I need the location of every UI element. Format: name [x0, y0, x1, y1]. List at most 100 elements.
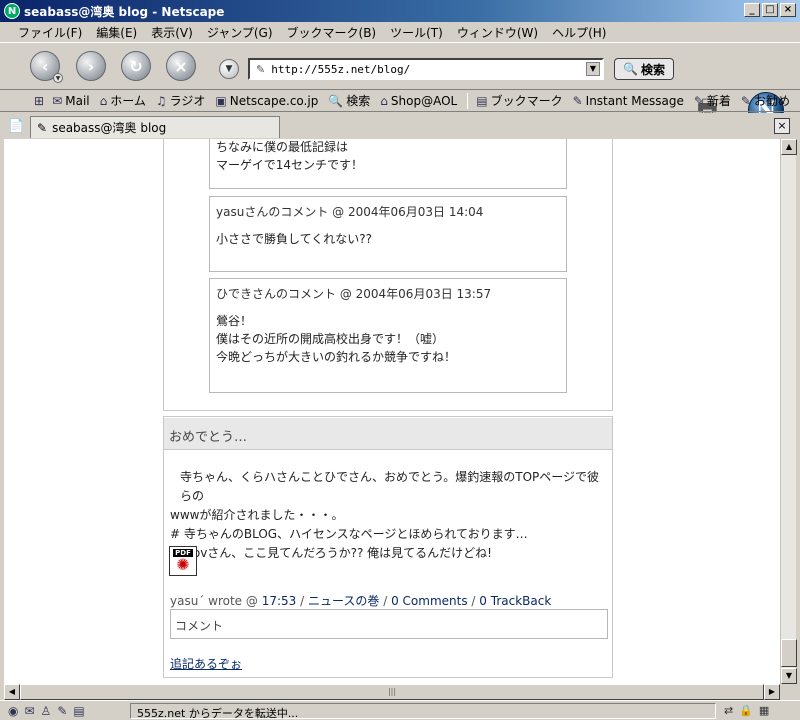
- pb-netscape-label: Netscape.co.jp: [229, 93, 319, 108]
- menu-window[interactable]: ウィンドウ(W): [457, 24, 538, 41]
- addendum-link[interactable]: 追記あるぞぉ: [170, 655, 242, 672]
- search-button-label: 検索: [640, 62, 665, 77]
- status-text: 555z.net からデータを転送中...: [130, 702, 716, 720]
- reload-icon: ↻: [129, 56, 143, 76]
- entry-trackback-link[interactable]: 0 TrackBack: [479, 594, 551, 608]
- scroll-down-button[interactable]: ▼: [781, 668, 797, 684]
- pb-new-label: 新着: [706, 94, 731, 108]
- forward-button[interactable]: ›: [76, 51, 106, 81]
- pb-new[interactable]: ✎ 新着: [694, 92, 731, 109]
- pb-bookmarks[interactable]: ▤ ブックマーク: [476, 92, 562, 109]
- tab-bar: 📄 ✎ seabass@湾奥 blog ×: [0, 113, 800, 139]
- navigator-icon[interactable]: ◉: [8, 704, 18, 718]
- close-button[interactable]: ×: [780, 3, 796, 17]
- pb-shop[interactable]: ⌂ Shop@AOL: [380, 94, 457, 108]
- title-bar: N seabass@湾奥 blog - Netscape _ □ ×: [0, 0, 800, 22]
- horizontal-scroll-thumb[interactable]: |||: [20, 684, 764, 700]
- comment-body-line: 小ささで勝負してくれない??: [216, 232, 373, 246]
- page-proxy-icon[interactable]: ✎: [256, 63, 265, 76]
- address-book-icon[interactable]: ▤: [73, 704, 84, 718]
- pb-mail[interactable]: ✉ Mail: [52, 94, 89, 108]
- horizontal-scrollbar[interactable]: ◀ ||| ▶: [4, 684, 780, 700]
- comment-body-line: マーゲイで14センチです！: [216, 158, 364, 172]
- entry-body-line: wwwが紹介されました・・・。: [170, 508, 344, 522]
- tab-active[interactable]: ✎ seabass@湾奥 blog: [30, 116, 280, 138]
- comment-meta: ひできさんのコメント @ 2004年06月03日 13:57: [216, 287, 492, 301]
- menu-go[interactable]: ジャンプ(G): [207, 24, 273, 41]
- pb-mail-label: Mail: [65, 93, 90, 108]
- pb-im[interactable]: ✎ Instant Message: [573, 94, 684, 108]
- pb-im-label: Instant Message: [585, 93, 684, 108]
- pb-recommend-label: お勧め: [753, 94, 790, 108]
- vertical-scrollbar[interactable]: ▲ ▼: [780, 139, 797, 684]
- pb-search-label: 検索: [346, 94, 371, 108]
- url-input[interactable]: http://555z.net/blog/: [271, 63, 410, 76]
- entry-category-link[interactable]: ニュースの巻: [308, 594, 379, 608]
- online-icon[interactable]: ⇄: [724, 704, 733, 717]
- back-button[interactable]: ‹ ▼: [30, 51, 63, 83]
- minimize-button[interactable]: _: [744, 3, 760, 17]
- pb-recommend[interactable]: ✎ お勧め: [741, 92, 790, 109]
- footer-separator: /: [471, 594, 476, 608]
- popup-icon[interactable]: ▦: [759, 704, 769, 717]
- menu-tools[interactable]: ツール(T): [390, 24, 443, 41]
- reload-button[interactable]: ↻: [121, 51, 151, 81]
- entry-body: 寺ちゃん、くらハさんことひでさん、おめでとう。爆釣速報のTOPページで彼らの w…: [170, 468, 610, 563]
- pb-shop-label: Shop@AOL: [390, 93, 458, 108]
- new-tab-icon[interactable]: 📄: [8, 119, 24, 135]
- mail-icon[interactable]: ✉: [24, 704, 34, 718]
- pb-radio[interactable]: ♫ ラジオ: [156, 92, 206, 109]
- pb-home[interactable]: ⌂ ホーム: [100, 92, 146, 109]
- im-icon: ✎: [572, 93, 583, 108]
- comment-toggle[interactable]: コメント: [170, 609, 608, 639]
- search-icon: 🔍: [328, 93, 344, 108]
- entry-comments-link[interactable]: 0 Comments: [391, 594, 468, 608]
- entry-body-line: # 寺ちゃんのBLOG、ハイセンスなページとほめられております…: [170, 527, 528, 541]
- entry-body-line: 寺ちゃん、くらハさんことひでさん、おめでとう。爆釣速報のTOPページで彼らの: [180, 470, 600, 503]
- comment-meta: yasuさんのコメント @ 2004年06月03日 14:04: [216, 205, 484, 219]
- scroll-right-button[interactable]: ▶: [764, 684, 780, 700]
- toolbar-grip[interactable]: ⊞: [34, 94, 44, 108]
- back-arrow-icon: ‹: [41, 56, 49, 76]
- menu-view[interactable]: 表示(V): [151, 24, 193, 41]
- radio-icon: ♫: [155, 93, 167, 108]
- comment-item: yasuさんのコメント @ 2004年06月03日 14:04 小ささで勝負して…: [209, 196, 567, 272]
- comment-body-line: 今晩どっちが大きいの釣れるか競争ですね！: [216, 350, 457, 364]
- comment-body-line: 鶯谷！: [216, 314, 253, 328]
- search-button[interactable]: 🔍 検索: [614, 58, 674, 80]
- back-history-dropdown[interactable]: ▼: [53, 73, 63, 83]
- scroll-up-button[interactable]: ▲: [781, 139, 797, 155]
- pdf-icon[interactable]: PDF ✺: [169, 546, 197, 576]
- recommend-icon: ✎: [740, 93, 751, 108]
- footer-separator: /: [300, 594, 305, 608]
- mail-icon: ✉: [52, 93, 63, 108]
- tab-label: seabass@湾奥 blog: [52, 121, 167, 135]
- netscape-icon: ▣: [215, 93, 227, 108]
- menu-edit[interactable]: 編集(E): [96, 24, 137, 41]
- menu-help[interactable]: ヘルプ(H): [552, 24, 606, 41]
- tab-page-icon: ✎: [37, 120, 48, 135]
- url-history-dropdown[interactable]: ▼: [219, 59, 239, 79]
- stop-button[interactable]: ×: [166, 51, 196, 81]
- maximize-button[interactable]: □: [762, 3, 778, 17]
- entry-permalink[interactable]: 17:53: [262, 594, 297, 608]
- menu-file[interactable]: ファイル(F): [18, 24, 82, 41]
- security-lock-icon[interactable]: 🔒: [739, 704, 753, 717]
- scroll-left-button[interactable]: ◀: [4, 684, 20, 700]
- url-dropdown-arrow[interactable]: ▼: [586, 62, 600, 76]
- pb-netscape[interactable]: ▣ Netscape.co.jp: [215, 94, 318, 108]
- url-bar[interactable]: ✎ http://555z.net/blog/ ▼: [248, 58, 604, 80]
- netscape-app-icon[interactable]: N: [4, 3, 20, 19]
- shop-icon: ⌂: [380, 93, 388, 108]
- im-icon[interactable]: ♙: [41, 704, 52, 718]
- home-icon: ⌂: [99, 93, 108, 108]
- composer-icon[interactable]: ✎: [57, 704, 67, 718]
- acrobat-swoosh-icon: ✺: [176, 555, 190, 574]
- window-controls: _ □ ×: [744, 3, 796, 17]
- menu-bookmarks[interactable]: ブックマーク(B): [287, 24, 377, 41]
- status-bar: ◉ ✉ ♙ ✎ ▤ 555z.net からデータを転送中... ⇄ 🔒 ▦: [0, 700, 800, 720]
- scroll-thumb[interactable]: [781, 639, 797, 667]
- close-tab-button[interactable]: ×: [774, 118, 790, 134]
- toolbar-separator: [467, 92, 469, 109]
- pb-search[interactable]: 🔍 検索: [328, 92, 370, 109]
